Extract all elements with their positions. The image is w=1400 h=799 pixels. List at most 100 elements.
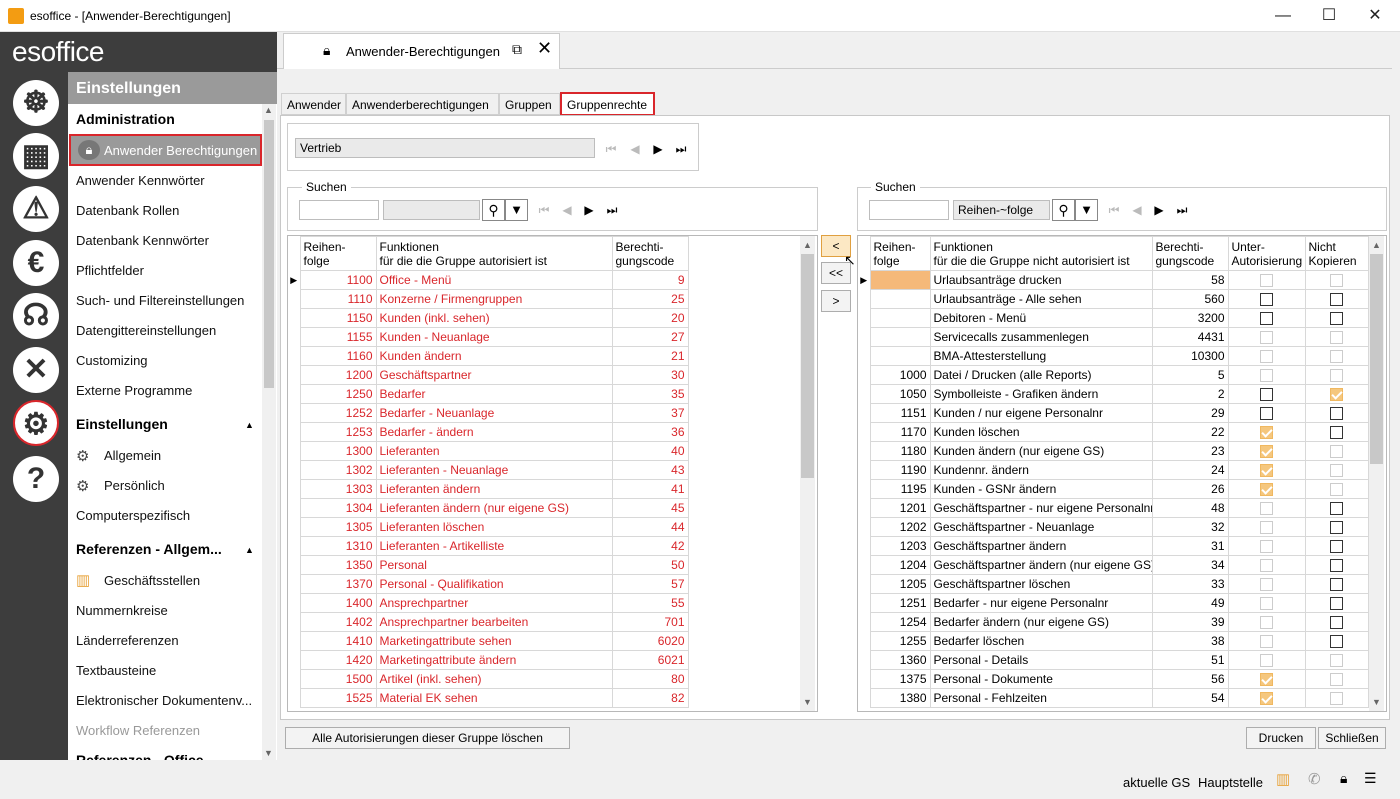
tab-gruppenrechte[interactable]: Gruppenrechte bbox=[560, 92, 655, 116]
table-row[interactable]: 1195 Kunden - GSNr ändern 26 bbox=[858, 479, 1369, 499]
cell-code[interactable]: 35 bbox=[611, 384, 689, 404]
cell-function[interactable]: Servicecalls zusammenlegen bbox=[929, 327, 1153, 347]
table-row[interactable]: 1000 Datei / Drucken (alle Reports) 5 bbox=[858, 365, 1369, 385]
table-row[interactable]: 1110 Konzerne / Firmengruppen 25 bbox=[288, 289, 689, 309]
cell-function[interactable]: Kundennr. ändern bbox=[929, 460, 1153, 480]
cell-function[interactable]: Personal - Details bbox=[929, 650, 1153, 670]
cell-no-copy[interactable] bbox=[1304, 631, 1369, 651]
cell-sub-auth[interactable] bbox=[1227, 346, 1306, 366]
cell-seq[interactable]: 1250 bbox=[299, 384, 377, 404]
cell-sub-auth[interactable] bbox=[1227, 688, 1306, 708]
nav-item-datenbank-rollen[interactable]: Datenbank Rollen bbox=[76, 203, 179, 218]
table-row[interactable]: 1160 Kunden ändern 21 bbox=[288, 346, 689, 366]
cell-seq[interactable]: 1253 bbox=[299, 422, 377, 442]
table-row[interactable]: 1500 Artikel (inkl. sehen) 80 bbox=[288, 669, 689, 689]
search-icon[interactable]: ⚲ bbox=[482, 199, 505, 221]
last-record-icon[interactable]: ⏭ bbox=[605, 202, 619, 218]
cell-code[interactable]: 44 bbox=[611, 517, 689, 537]
cell-sub-auth[interactable] bbox=[1227, 289, 1306, 309]
cell-seq[interactable]: 1360 bbox=[869, 650, 931, 670]
cell-seq[interactable]: 1195 bbox=[869, 479, 931, 499]
checkbox[interactable] bbox=[1330, 350, 1343, 364]
filter-icon[interactable]: ▼ bbox=[1075, 199, 1098, 221]
cell-code[interactable]: 39 bbox=[1151, 612, 1229, 632]
left-grid-scroll-thumb[interactable] bbox=[801, 254, 814, 478]
checkbox[interactable] bbox=[1260, 331, 1273, 345]
checkbox[interactable] bbox=[1260, 350, 1273, 364]
phone-icon[interactable]: ✆ bbox=[1308, 770, 1321, 788]
checkbox[interactable] bbox=[1260, 578, 1273, 592]
last-record-icon[interactable]: ⏭ bbox=[674, 141, 688, 157]
cell-function[interactable]: Marketingattribute ändern bbox=[375, 650, 613, 670]
cell-seq[interactable] bbox=[869, 327, 931, 347]
nav-item-persoenlich[interactable]: Persönlich bbox=[104, 478, 165, 493]
cell-sub-auth[interactable] bbox=[1227, 441, 1306, 461]
table-row[interactable]: 1420 Marketingattribute ändern 6021 bbox=[288, 650, 689, 670]
nav-item-computerspezifisch[interactable]: Computerspezifisch bbox=[76, 508, 190, 523]
cell-no-copy[interactable] bbox=[1304, 365, 1369, 385]
cell-sub-auth[interactable] bbox=[1227, 669, 1306, 689]
cell-no-copy[interactable] bbox=[1304, 498, 1369, 518]
cell-seq[interactable]: 1375 bbox=[869, 669, 931, 689]
checkbox[interactable] bbox=[1260, 654, 1273, 668]
cell-sub-auth[interactable] bbox=[1227, 650, 1306, 670]
table-row[interactable]: 1310 Lieferanten - Artikelliste 42 bbox=[288, 536, 689, 556]
cell-seq[interactable]: 1000 bbox=[869, 365, 931, 385]
cell-seq[interactable]: 1370 bbox=[299, 574, 377, 594]
cell-code[interactable]: 50 bbox=[611, 555, 689, 575]
cell-no-copy[interactable] bbox=[1304, 384, 1369, 404]
cell-code[interactable]: 33 bbox=[1151, 574, 1229, 594]
cell-seq[interactable]: 1202 bbox=[869, 517, 931, 537]
table-row[interactable]: 1303 Lieferanten ändern 41 bbox=[288, 479, 689, 499]
table-row[interactable]: 1252 Bedarfer - Neuanlage 37 bbox=[288, 403, 689, 423]
cell-code[interactable]: 3200 bbox=[1151, 308, 1229, 328]
cell-seq[interactable]: 1180 bbox=[869, 441, 931, 461]
cell-seq[interactable]: 1201 bbox=[869, 498, 931, 518]
cell-seq[interactable]: 1300 bbox=[299, 441, 377, 461]
cell-function[interactable]: Personal - Fehlzeiten bbox=[929, 688, 1153, 708]
cell-no-copy[interactable] bbox=[1304, 346, 1369, 366]
nav-scroll-thumb[interactable] bbox=[264, 120, 274, 388]
nav-section-referenzen-allgem[interactable]: Referenzen - Allgem... bbox=[76, 541, 222, 557]
cell-seq[interactable]: 1420 bbox=[299, 650, 377, 670]
nav-item-externe-programme[interactable]: Externe Programme bbox=[76, 383, 192, 398]
minimize-button[interactable]: — bbox=[1260, 0, 1306, 32]
table-row[interactable]: 1190 Kundennr. ändern 24 bbox=[858, 460, 1369, 480]
nav-item-allgemein[interactable]: Allgemein bbox=[104, 448, 161, 463]
cell-seq[interactable]: 1160 bbox=[299, 346, 377, 366]
cell-seq[interactable]: 1302 bbox=[299, 460, 377, 480]
next-record-icon[interactable]: ▶ bbox=[582, 202, 596, 218]
cell-code[interactable]: 82 bbox=[611, 688, 689, 708]
table-row[interactable]: 1400 Ansprechpartner 55 bbox=[288, 593, 689, 613]
filter-icon[interactable]: ▼ bbox=[505, 199, 528, 221]
prev-record-icon[interactable]: ◀ bbox=[560, 202, 574, 218]
col-header-no-copy[interactable]: Nicht Kopieren bbox=[1304, 236, 1369, 271]
cell-function[interactable]: Geschäftspartner ändern bbox=[929, 536, 1153, 556]
checkbox[interactable] bbox=[1260, 388, 1273, 402]
first-record-icon[interactable]: ⏮ bbox=[537, 202, 551, 218]
cell-seq[interactable]: 1402 bbox=[299, 612, 377, 632]
table-row[interactable]: 1203 Geschäftspartner ändern 31 bbox=[858, 536, 1369, 556]
nav-item-anwender-kennwoerter[interactable]: Anwender Kennwörter bbox=[76, 173, 205, 188]
scroll-down-icon[interactable]: ▼ bbox=[1369, 694, 1384, 711]
table-row[interactable]: 1302 Lieferanten - Neuanlage 43 bbox=[288, 460, 689, 480]
cell-code[interactable]: 49 bbox=[1151, 593, 1229, 613]
close-window-button[interactable]: ✕ bbox=[1352, 0, 1398, 32]
checkbox[interactable] bbox=[1330, 673, 1343, 687]
nav-item-nummernkreise[interactable]: Nummernkreise bbox=[76, 603, 168, 618]
building-icon[interactable]: ▥ bbox=[1276, 770, 1290, 788]
cell-function[interactable]: Bedarfer ändern (nur eigene GS) bbox=[929, 612, 1153, 632]
cell-code[interactable]: 27 bbox=[611, 327, 689, 347]
help-icon[interactable]: ? bbox=[13, 456, 59, 502]
checkbox[interactable] bbox=[1330, 692, 1343, 706]
table-row[interactable]: 1380 Personal - Fehlzeiten 54 bbox=[858, 688, 1369, 708]
cell-code[interactable]: 58 bbox=[1151, 270, 1229, 290]
cell-code[interactable]: 37 bbox=[611, 403, 689, 423]
cell-no-copy[interactable] bbox=[1304, 555, 1369, 575]
table-row[interactable]: 1304 Lieferanten ändern (nur eigene GS) 45 bbox=[288, 498, 689, 518]
cell-seq[interactable]: 1110 bbox=[299, 289, 377, 309]
cell-code[interactable]: 26 bbox=[1151, 479, 1229, 499]
cell-sub-auth[interactable] bbox=[1227, 612, 1306, 632]
right-grid-scroll-thumb[interactable] bbox=[1370, 254, 1383, 464]
col-header-seq[interactable]: Reihen- folge bbox=[869, 236, 931, 271]
